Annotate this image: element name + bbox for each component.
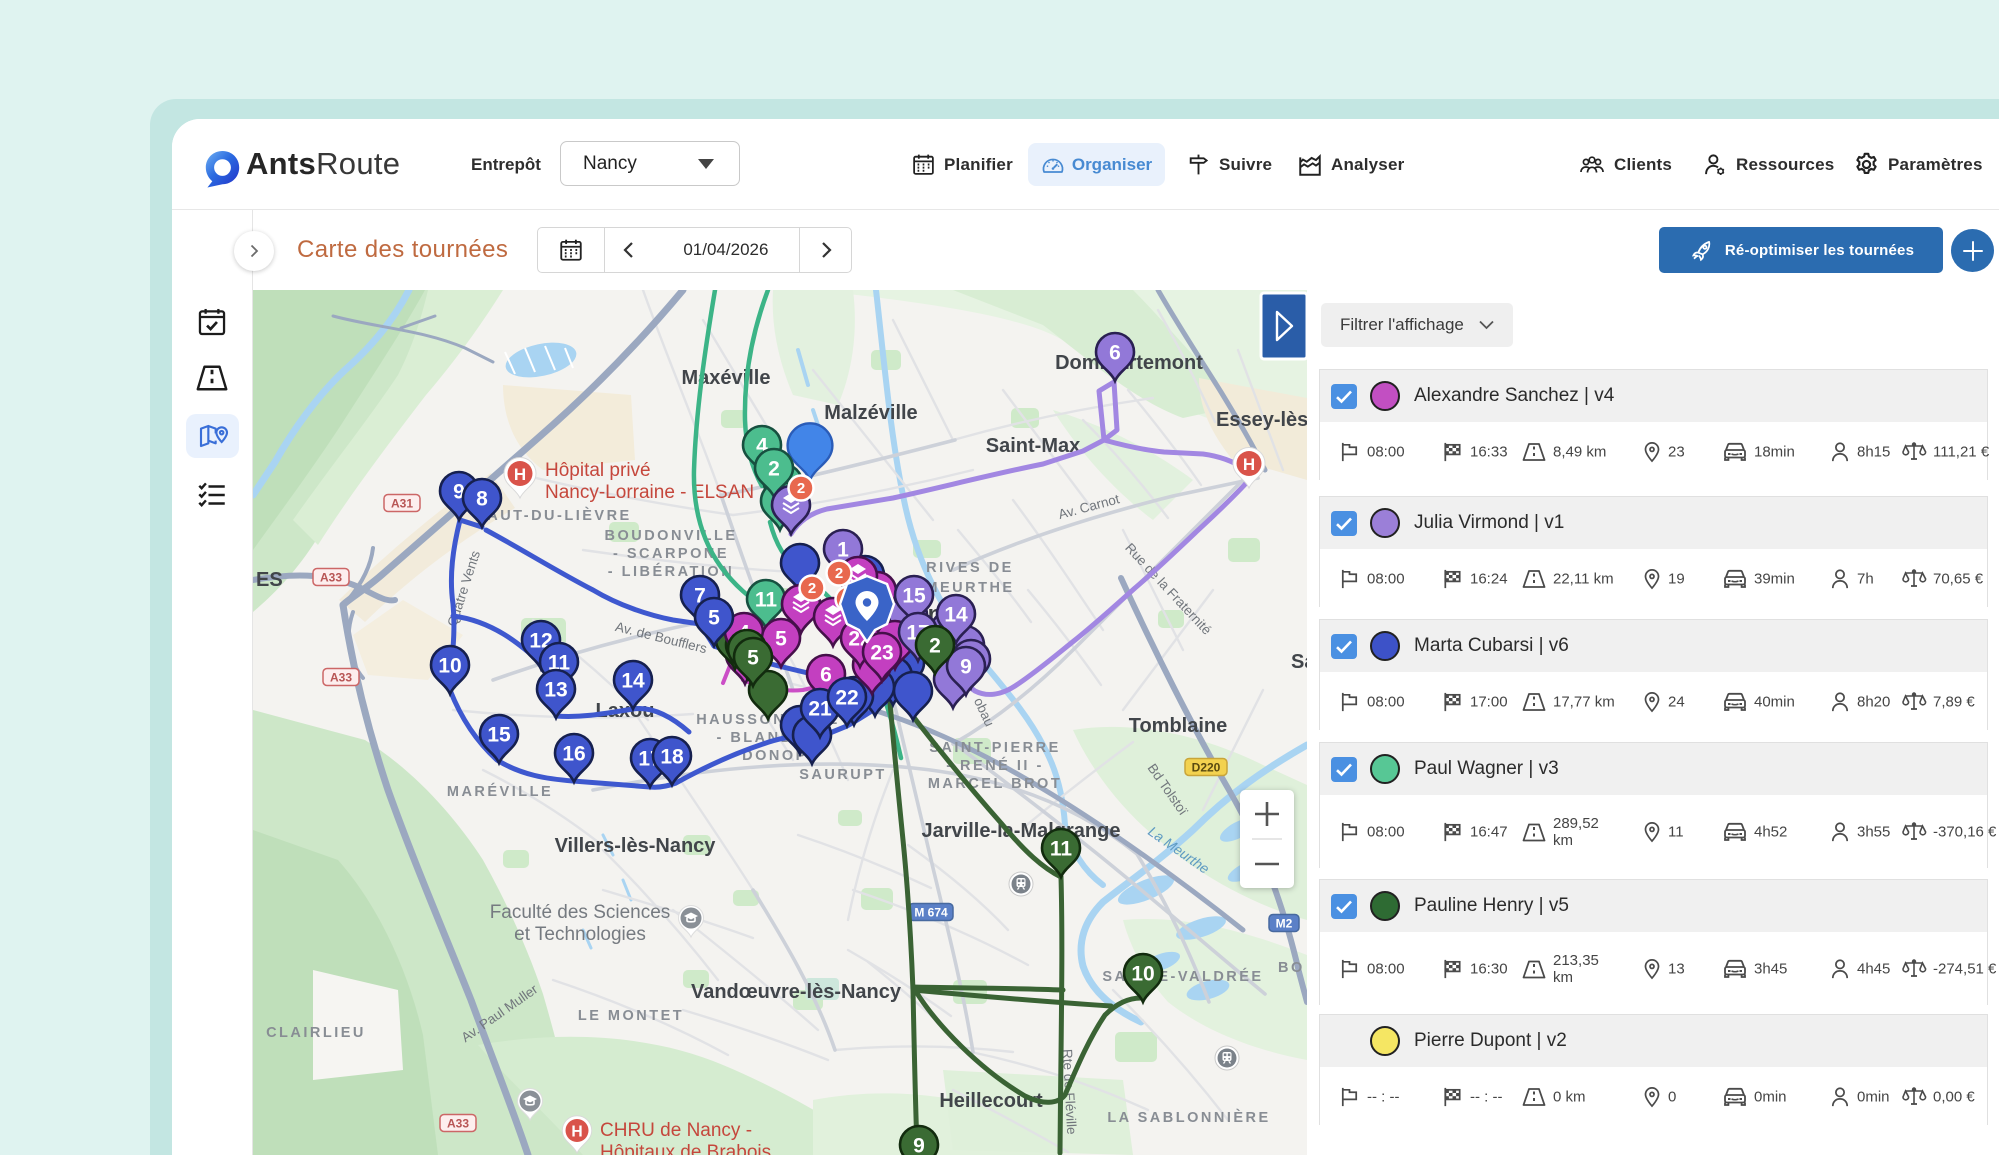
svg-text:Tomblaine: Tomblaine bbox=[1129, 715, 1228, 737]
svg-text:LA SABLONNIÈRE: LA SABLONNIÈRE bbox=[1107, 1109, 1270, 1126]
svg-text:CLAIRLIEU: CLAIRLIEU bbox=[266, 1025, 366, 1041]
svg-text:Jarville-la-Malgrange: Jarville-la-Malgrange bbox=[922, 820, 1121, 842]
svg-text:9: 9 bbox=[913, 1135, 925, 1155]
svg-text:6: 6 bbox=[820, 664, 832, 687]
svg-text:1: 1 bbox=[837, 539, 849, 562]
svg-text:Malzéville: Malzéville bbox=[824, 402, 917, 424]
svg-text:Maxéville: Maxéville bbox=[682, 367, 771, 389]
svg-text:15: 15 bbox=[902, 585, 926, 608]
svg-text:Essey-lès-N: Essey-lès-N bbox=[1216, 409, 1307, 431]
svg-text:Hôpital privé: Hôpital privé bbox=[545, 460, 651, 481]
svg-text:- RENÉ II -: - RENÉ II - bbox=[946, 757, 1044, 774]
svg-text:2: 2 bbox=[835, 565, 843, 582]
svg-text:9: 9 bbox=[960, 656, 972, 679]
svg-text:14: 14 bbox=[944, 604, 968, 627]
svg-text:CHRU de Nancy -: CHRU de Nancy - bbox=[600, 1120, 752, 1141]
svg-text:- LIBÉRATION: - LIBÉRATION bbox=[608, 563, 734, 580]
svg-text:SAURUPT: SAURUPT bbox=[799, 767, 887, 783]
svg-text:BO: BO bbox=[1278, 960, 1305, 976]
svg-text:A33: A33 bbox=[447, 1117, 469, 1131]
svg-text:Hôpitaux de Brabois: Hôpitaux de Brabois bbox=[600, 1142, 771, 1155]
svg-text:A31: A31 bbox=[391, 497, 413, 511]
svg-text:Nancy-Lorraine - ELSAN: Nancy-Lorraine - ELSAN bbox=[545, 482, 754, 503]
svg-text:2: 2 bbox=[929, 635, 941, 658]
svg-text:LE MONTET: LE MONTET bbox=[578, 1008, 684, 1024]
svg-text:H: H bbox=[1243, 455, 1255, 474]
svg-text:2: 2 bbox=[797, 480, 805, 497]
svg-text:14: 14 bbox=[621, 670, 645, 693]
svg-text:Sa: Sa bbox=[1291, 651, 1307, 673]
svg-text:MARCEL BROT: MARCEL BROT bbox=[928, 776, 1062, 792]
svg-text:Villers-lès-Nancy: Villers-lès-Nancy bbox=[555, 835, 717, 857]
svg-text:5: 5 bbox=[708, 607, 720, 630]
svg-text:10: 10 bbox=[438, 655, 461, 678]
svg-text:MEURTHE: MEURTHE bbox=[925, 580, 1014, 596]
svg-text:A33: A33 bbox=[320, 571, 342, 585]
svg-text:H: H bbox=[571, 1123, 582, 1140]
svg-text:10: 10 bbox=[1131, 963, 1154, 986]
svg-text:A33: A33 bbox=[330, 671, 352, 685]
svg-text:Faculté des Sciences: Faculté des Sciences bbox=[490, 902, 671, 923]
svg-text:8: 8 bbox=[476, 488, 488, 511]
svg-text:13: 13 bbox=[544, 679, 567, 702]
svg-text:Vandœuvre-lès-Nancy: Vandœuvre-lès-Nancy bbox=[691, 981, 902, 1003]
svg-text:H: H bbox=[514, 465, 526, 484]
svg-text:Saint-Max: Saint-Max bbox=[986, 435, 1080, 457]
svg-text:11: 11 bbox=[755, 589, 778, 612]
svg-text:RIVES DE: RIVES DE bbox=[926, 560, 1014, 576]
svg-text:et Technologies: et Technologies bbox=[514, 924, 646, 945]
svg-text:ES: ES bbox=[256, 569, 283, 591]
svg-text:5: 5 bbox=[775, 628, 787, 651]
svg-text:2: 2 bbox=[768, 458, 780, 481]
svg-text:MARÉVILLE: MARÉVILLE bbox=[447, 783, 553, 800]
svg-text:15: 15 bbox=[487, 724, 511, 747]
svg-text:M2: M2 bbox=[1276, 917, 1293, 931]
svg-text:5: 5 bbox=[747, 647, 759, 670]
svg-text:BOUDONVILLE: BOUDONVILLE bbox=[604, 528, 737, 544]
svg-text:Heillecourt: Heillecourt bbox=[939, 1090, 1043, 1112]
svg-text:2: 2 bbox=[808, 580, 816, 597]
svg-text:22: 22 bbox=[835, 687, 858, 710]
svg-text:16: 16 bbox=[562, 743, 585, 766]
svg-text:SAINT-PIERRE: SAINT-PIERRE bbox=[929, 740, 1061, 756]
svg-text:M 674: M 674 bbox=[914, 906, 948, 920]
svg-text:23: 23 bbox=[870, 642, 893, 665]
svg-text:6: 6 bbox=[1109, 342, 1121, 365]
svg-text:11: 11 bbox=[1050, 838, 1073, 861]
svg-text:18: 18 bbox=[660, 746, 684, 769]
svg-text:D220: D220 bbox=[1192, 761, 1221, 775]
